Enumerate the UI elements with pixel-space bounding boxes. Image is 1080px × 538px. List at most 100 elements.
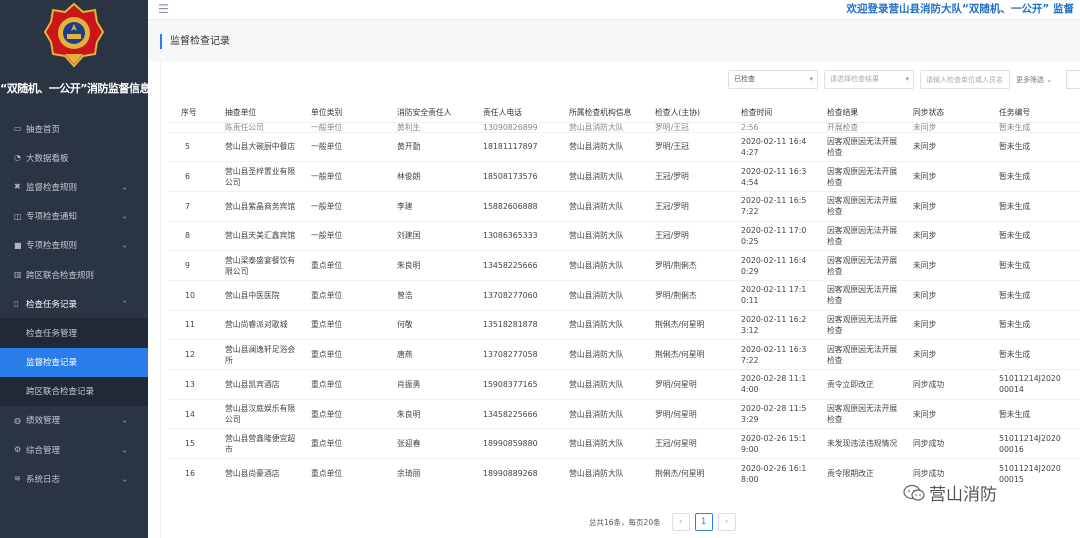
table-cell: 暂未生成	[993, 279, 1080, 311]
sidebar-item-label: 绩效管理	[26, 416, 61, 427]
next-page-button[interactable]: ›	[717, 513, 736, 531]
table-cell: 李建	[391, 190, 477, 222]
sidebar-item-general[interactable]: ⚙ 综合管理 ⌄	[0, 435, 148, 464]
prev-page-button[interactable]: ‹	[671, 513, 690, 531]
menu-toggle-icon[interactable]: ☰	[158, 2, 169, 16]
sidebar-item-performance[interactable]: ◍ 绩效管理 ⌄	[0, 406, 148, 435]
sidebar-item-task-management[interactable]: 检查任务管理	[0, 318, 148, 348]
table-cell: 16	[167, 458, 219, 489]
sidebar-item-label: 监督检查规则	[26, 182, 78, 193]
result-select-placeholder: 请选择检查结果	[830, 75, 879, 83]
table-row-partial[interactable]: 陈责任公司 一般单位 黄利生 13090826899 营山县消防大队 罗明/王冠…	[167, 121, 1080, 132]
table-row[interactable]: 14 营山县汉庭娱乐有限公司 重点单位 朱良明 13458225666 营山县消防大队 罗明…	[167, 398, 1080, 429]
table-cell: 18990859880	[477, 428, 563, 459]
column-header: 检查人(主协)	[649, 104, 735, 122]
table-cell: 未同步	[907, 339, 993, 370]
table-cell: 张迎春	[391, 428, 477, 459]
watermark: 营山消防	[903, 480, 997, 505]
table-cell: 暂未生成	[993, 398, 1080, 429]
result-select[interactable]: 请选择检查结果 ▾	[824, 70, 914, 89]
table-cell: 肖振勇	[391, 369, 477, 400]
table-cell: 王冠/罗明	[649, 220, 735, 251]
table-cell: 2020-02-11 16:5 7:22	[735, 190, 821, 222]
search-input-placeholder: 请输入检查单位或人员名	[926, 76, 1003, 84]
table-cell: 重点单位	[305, 339, 391, 370]
table-row[interactable]: 9 营山梁泰盛宴餐饮有限公司 重点单位 朱良明 13458225666 营山县消防大队 罗明…	[167, 250, 1080, 281]
chevron-down-icon: ⌄	[121, 445, 128, 455]
table-cell: 未同步	[907, 309, 993, 340]
table-row[interactable]: 15 营山县营鑫隆便宜超市 重点单位 张迎春 18990859880 营山县消防大队 王冠/…	[167, 428, 1080, 459]
table-cell: 重点单位	[305, 309, 391, 340]
table-cell: 14	[167, 398, 219, 429]
table-cell: 未同步	[907, 131, 993, 162]
welcome-banner: 欢迎登录营山县消防大队“双随机、一公开” 监督	[846, 3, 1074, 15]
table-cell: 营山尚睿派对歌城	[219, 309, 305, 340]
sidebar-item-cross-region-rules[interactable]: ▥ 跨区联合检查规则	[0, 260, 148, 289]
chevron-down-icon: ▾	[905, 75, 909, 83]
table-cell: 暂未生成	[993, 121, 1080, 132]
table-cell: 营山县消防大队	[563, 309, 649, 340]
table-cell: 一般单位	[305, 131, 391, 162]
table-cell: 2020-02-11 16:3 7:22	[735, 339, 821, 370]
table-cell: 13708277060	[477, 279, 563, 311]
table-row[interactable]: 13 营山县凯宾酒店 重点单位 肖振勇 15908377165 营山县消防大队 罗明/何星明…	[167, 369, 1080, 400]
table-row[interactable]: 8 营山县天美汇鑫宾馆 一般单位 刘建国 13086365333 营山县消防大队 王冠/罗明…	[167, 220, 1080, 251]
table-header-row: 序号 抽查单位 单位类别 消防安全责任人 责任人电话 所属检查机构信息 检查人(…	[167, 104, 1080, 122]
table-cell: 未同步	[907, 121, 993, 132]
table-cell: 暂未生成	[993, 190, 1080, 222]
table-cell: 未同步	[907, 190, 993, 222]
table-row[interactable]: 10 营山县中医医院 重点单位 曾浩 13708277060 营山县消防大队 罗明/荆俐杰 2…	[167, 279, 1080, 311]
column-header: 任务编号	[993, 104, 1080, 122]
table-cell: 营山县凯宾酒店	[219, 369, 305, 400]
table-cell: 2020-02-11 17:1 0:11	[735, 279, 821, 311]
pagination-summary: 总共16条，每页20条	[589, 517, 661, 527]
sidebar-item-special-rules[interactable]: ■ 专项检查规则 ⌄	[0, 231, 148, 260]
table-row[interactable]: 7 营山县紫晶商务宾馆 一般单位 李建 15882606888 营山县消防大队 王冠/罗明 2…	[167, 190, 1080, 222]
page-1-button[interactable]: 1	[694, 513, 713, 531]
table-cell: 2020-02-11 16:4 4:27	[735, 131, 821, 162]
sidebar-item-label: 系统日志	[26, 474, 61, 485]
column-header: 责任人电话	[477, 104, 563, 122]
sidebar-item-home[interactable]: ▭ 抽查首页	[0, 114, 148, 143]
table-cell: 黄开勤	[391, 131, 477, 162]
table-cell: 一般单位	[305, 220, 391, 251]
column-header: 单位类别	[305, 104, 391, 122]
more-filters-link[interactable]: 更多筛选 ⌄	[1016, 70, 1060, 90]
table-cell	[167, 121, 219, 132]
table-cell: 王冠/罗明	[649, 161, 735, 192]
sidebar-item-special-notice[interactable]: ◫ 专项检查通知 ⌄	[0, 202, 148, 231]
sidebar-item-label: 专项检查通知	[26, 212, 78, 223]
sidebar-item-label: 检查任务管理	[26, 328, 78, 339]
table-cell: 12	[167, 339, 219, 370]
table-cell: 责令限期改正	[821, 458, 907, 489]
table-cell: 营山县消防大队	[563, 398, 649, 429]
status-select[interactable]: 已检查 ▾	[728, 70, 818, 89]
sidebar-item-system-log[interactable]: ≋ 系统日志 ⌄	[0, 464, 148, 493]
table-cell: 9	[167, 250, 219, 281]
table-cell: 一般单位	[305, 161, 391, 192]
chevron-down-icon: ⌄	[121, 415, 128, 425]
table-row[interactable]: 6 营山县圣梓置业有限公司 一般单位 林俊朗 18508173576 营山县消防大队 王冠/…	[167, 161, 1080, 192]
table-cell: 未同步	[907, 161, 993, 192]
sidebar-item-inspection-rules[interactable]: ✖ 监督检查规则 ⌄	[0, 172, 148, 201]
sidebar-item-inspection-records[interactable]: 监督检查记录	[0, 347, 148, 377]
table-cell: 王冠/何星明	[649, 428, 735, 459]
table-cell: 2020-02-11 17:0 0:25	[735, 220, 821, 251]
search-input[interactable]: 请输入检查单位或人员名	[920, 70, 1010, 89]
sidebar-item-cross-region-records[interactable]: 跨区联合检查记录	[0, 376, 148, 406]
table-cell: 何敬	[391, 309, 477, 340]
table-cell: 暂未生成	[993, 309, 1080, 340]
sidebar-item-label: 大数据看板	[26, 153, 69, 164]
table-cell: 13458225666	[477, 398, 563, 429]
search-button[interactable]	[1066, 70, 1080, 89]
sidebar-item-dashboard[interactable]: ◔ 大数据看板	[0, 143, 148, 172]
table-cell: 2020-02-11 16:4 0:29	[735, 250, 821, 281]
table-cell: 荆俐杰/何星明	[649, 339, 735, 370]
table-cell: 唐燕	[391, 339, 477, 370]
table-cell: 刘建国	[391, 220, 477, 251]
table-row[interactable]: 11 营山尚睿派对歌城 重点单位 何敬 13518281878 营山县消防大队 荆俐杰/何星…	[167, 309, 1080, 340]
sidebar-item-task-records[interactable]: ▯ 检查任务记录 ⌃	[0, 289, 148, 318]
table-cell: 13708277058	[477, 339, 563, 370]
table-row[interactable]: 5 营山县大碗厨中餐店 一般单位 黄开勤 18181117897 营山县消防大队 罗明/王冠…	[167, 131, 1080, 162]
table-row[interactable]: 12 营山县澜逸轩足浴会所 重点单位 唐燕 13708277058 营山县消防大队 荆俐杰/…	[167, 339, 1080, 370]
